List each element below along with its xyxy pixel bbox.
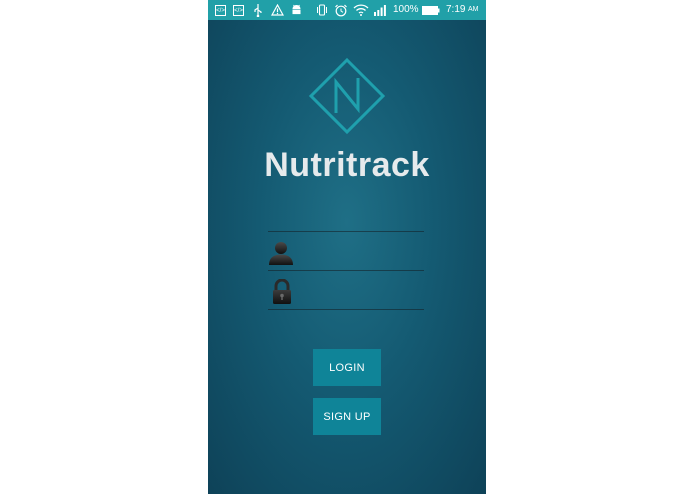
- usb-icon: [252, 3, 264, 17]
- battery-percent: 100%: [393, 4, 419, 15]
- signal-icon: [373, 3, 387, 17]
- vibrate-icon: [315, 3, 329, 17]
- code-icon: </>: [233, 3, 244, 17]
- user-icon: [268, 240, 294, 266]
- app-title: Nutritrack: [264, 146, 430, 184]
- app-logo: [308, 57, 386, 135]
- status-bar: </> </> 100% 7:19 AM: [208, 0, 486, 20]
- warning-icon: [270, 3, 284, 17]
- code-icon: </>: [215, 3, 226, 17]
- password-underline: [268, 309, 424, 310]
- password-input[interactable]: [300, 275, 424, 307]
- battery-icon: [422, 3, 440, 17]
- signup-button[interactable]: SIGN UP: [313, 398, 381, 435]
- status-time: 7:19: [446, 4, 466, 15]
- phone-screen: </> </> 100% 7:19 AM Nutritrack LOGIN SI…: [208, 0, 486, 494]
- login-button[interactable]: LOGIN: [313, 349, 381, 386]
- status-ampm: AM: [468, 6, 479, 13]
- username-input[interactable]: [300, 236, 424, 268]
- wifi-icon: [353, 3, 369, 17]
- android-icon: [290, 3, 303, 17]
- lock-icon: [271, 278, 297, 305]
- alarm-icon: [334, 3, 348, 17]
- password-field: [268, 270, 424, 309]
- username-field: [268, 231, 424, 270]
